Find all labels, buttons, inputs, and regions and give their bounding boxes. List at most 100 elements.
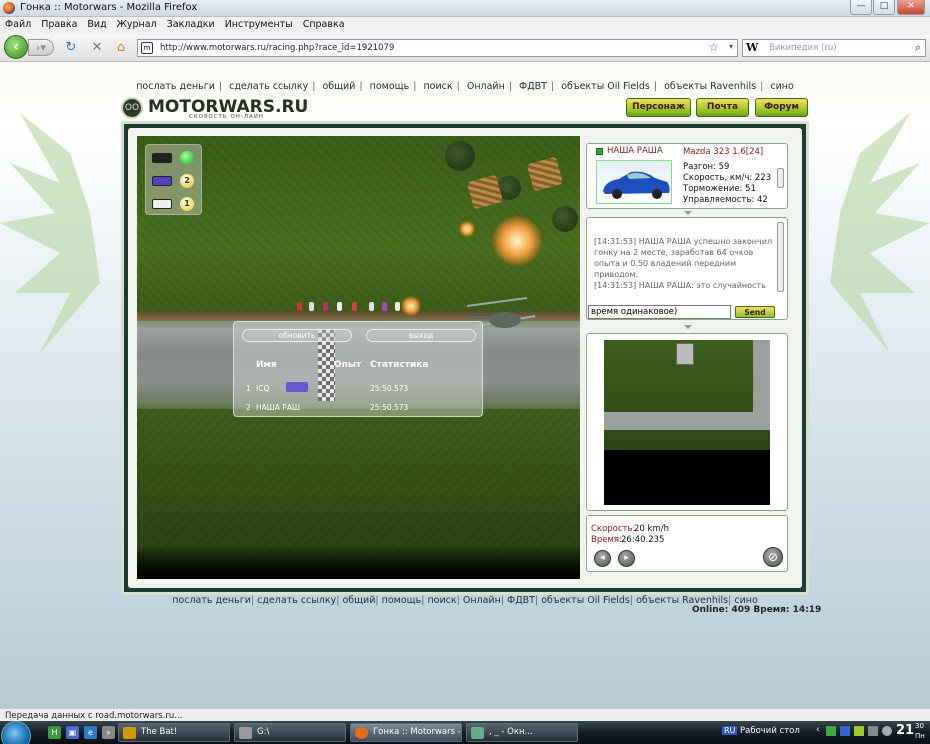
tray-icon[interactable] (868, 726, 878, 736)
link-fdvt[interactable]: ФДВТ (507, 595, 535, 606)
wikipedia-icon[interactable]: W (746, 41, 758, 54)
link-help[interactable]: помощь (382, 595, 422, 606)
quicklaunch-icon[interactable]: H (48, 726, 61, 739)
player-name[interactable]: НАША РАША (607, 146, 663, 156)
refresh-button[interactable]: обновить (242, 329, 352, 342)
cancel-icon[interactable]: ⊘ (763, 547, 783, 567)
character-button[interactable]: Персонаж (626, 98, 691, 117)
race-results-panel: обновить выход Имя Опыт Статистика 1 ICQ… (233, 321, 483, 417)
menu-history[interactable]: Журнал (112, 17, 162, 30)
start-button[interactable] (1, 721, 31, 744)
language-indicator[interactable]: RU (722, 726, 738, 735)
scrollbar[interactable] (777, 168, 784, 188)
menu-bookmarks[interactable]: Закладки (162, 17, 220, 30)
car-model[interactable]: Mazda 323 1.6[24] (683, 147, 763, 157)
link-help[interactable]: помощь (370, 81, 410, 92)
search-icon[interactable]: ⌕ (915, 41, 921, 55)
forum-button[interactable]: Форум (755, 98, 808, 117)
car-icon-purple (152, 176, 172, 186)
explosion (492, 216, 542, 266)
maximize-button[interactable]: □ (873, 0, 895, 15)
close-button[interactable]: ✕ (897, 0, 925, 15)
firefox-icon (3, 2, 15, 14)
clock-minutes[interactable]: 30 (915, 722, 924, 730)
link-oil-fields[interactable]: объекты Oil Fields (541, 595, 630, 606)
exit-button[interactable]: выход (366, 329, 476, 342)
home-icon[interactable]: ⌂ (113, 40, 129, 56)
reload-icon[interactable]: ↻ (63, 40, 79, 56)
chat-input[interactable]: время одинаковое) (588, 305, 731, 319)
url-dropdown-icon[interactable]: ▾ (729, 42, 733, 51)
menu-help[interactable]: Справка (298, 17, 350, 30)
link-online[interactable]: Онлайн (463, 595, 501, 606)
link-send-money[interactable]: послать деньги (136, 81, 215, 92)
chat-log: [14:31:53] НАША РАША успешно закончил го… (594, 236, 774, 291)
stat-acceleration: Разгон: 59 (683, 162, 730, 172)
link-online[interactable]: Онлайн (467, 81, 505, 92)
chat-message: [14:31:53] НАША РАША: это случайность (594, 281, 766, 290)
col-name: Имя (256, 360, 277, 370)
url-bar[interactable]: m http://www.motorwars.ru/racing.php?rac… (137, 39, 738, 57)
forward-button[interactable]: ›▾ (28, 39, 54, 56)
menu-file[interactable]: Файл (0, 17, 36, 30)
link-sino[interactable]: сино (770, 81, 793, 92)
link-make-link[interactable]: сделать ссылку (257, 595, 336, 606)
link-general[interactable]: общий (322, 81, 355, 92)
chat-scrollbar[interactable] (777, 222, 784, 292)
tray-icon[interactable] (826, 726, 836, 736)
stop-icon[interactable]: ✕ (89, 40, 105, 56)
back-button[interactable]: ‹ (4, 35, 28, 59)
race-view[interactable]: 2 1 обновить выход Имя Опыт Статистика 1… (137, 136, 580, 579)
online-status: Online: 409 Время: 14:19 (692, 605, 822, 615)
position-badge-1: 1 (180, 197, 194, 211)
minimize-button[interactable]: — (850, 0, 872, 15)
site-header: OO MOTORWARS.RU СКОРОСТЬ ОН-ЛАЙН Персона… (121, 97, 809, 121)
taskbar-item-folder[interactable]: G:\ (234, 723, 346, 742)
logo-icon: OO (121, 97, 143, 119)
desktop-label[interactable]: Рабочий стол (740, 726, 800, 736)
stat-speed: Скорость, км/ч: 223 (683, 173, 772, 183)
search-box[interactable]: W Википедия (ru) ⌕ (742, 39, 926, 57)
link-ravenhils[interactable]: объекты Ravenhils (664, 81, 756, 92)
site-identity-icon[interactable]: m (141, 42, 153, 54)
menu-tools[interactable]: Инструменты (220, 17, 298, 30)
link-fdvt[interactable]: ФДВТ (519, 81, 547, 92)
minimap-building (676, 343, 694, 365)
quicklaunch-icon[interactable]: ▣ (66, 726, 79, 739)
taskbar-item-thebat[interactable]: The Bat! (118, 723, 230, 742)
tray-chevron-icon[interactable]: ‹ (816, 725, 820, 735)
clock-day[interactable]: Пн (915, 732, 925, 740)
quicklaunch-icon[interactable]: » (102, 726, 115, 739)
link-make-link[interactable]: сделать ссылку (229, 81, 308, 92)
menu-view[interactable]: Вид (82, 17, 111, 30)
taskbar-item-window[interactable]: , _ - Окн... (466, 723, 578, 742)
menu-bar: Файл Правка Вид Журнал Закладки Инструменты Сп… (0, 17, 930, 34)
bookmark-star-icon[interactable]: ☆ (708, 40, 719, 54)
menu-edit[interactable]: Правка (36, 17, 82, 30)
minimap[interactable] (604, 340, 770, 505)
search-placeholder[interactable]: Википедия (ru) (769, 43, 837, 53)
send-button[interactable]: Send (735, 306, 775, 318)
tray-icon[interactable] (854, 726, 864, 736)
right-arrow-button[interactable]: ▸ (618, 550, 635, 567)
folder-icon (239, 727, 252, 739)
url-text[interactable]: http://www.motorwars.ru/racing.php?race_… (160, 43, 394, 53)
link-search[interactable]: поиск (423, 81, 452, 92)
volume-icon[interactable] (882, 726, 892, 736)
car-icon (286, 382, 308, 392)
link-general[interactable]: общий (342, 595, 375, 606)
car-icon-white (152, 199, 172, 209)
tray-icon[interactable] (840, 726, 850, 736)
left-arrow-button[interactable]: ◂ (594, 550, 611, 567)
collapse-arrow-icon[interactable] (684, 211, 692, 215)
link-send-money[interactable]: послать деньги (172, 595, 251, 606)
clock-hour[interactable]: 21 (896, 723, 914, 738)
mail-button[interactable]: Почта (696, 98, 749, 117)
quicklaunch-icon[interactable]: e (84, 726, 97, 739)
player-info-panel: НАША РАША Mazda 323 1.6[24] Разгон: 59 С… (586, 143, 788, 209)
position-badge-2: 2 (180, 174, 194, 188)
link-search[interactable]: поиск (427, 595, 456, 606)
collapse-arrow-icon[interactable] (684, 325, 692, 329)
link-oil-fields[interactable]: объекты Oil Fields (561, 81, 650, 92)
taskbar-item-firefox[interactable]: Гонка :: Motorwars -... (350, 723, 462, 742)
